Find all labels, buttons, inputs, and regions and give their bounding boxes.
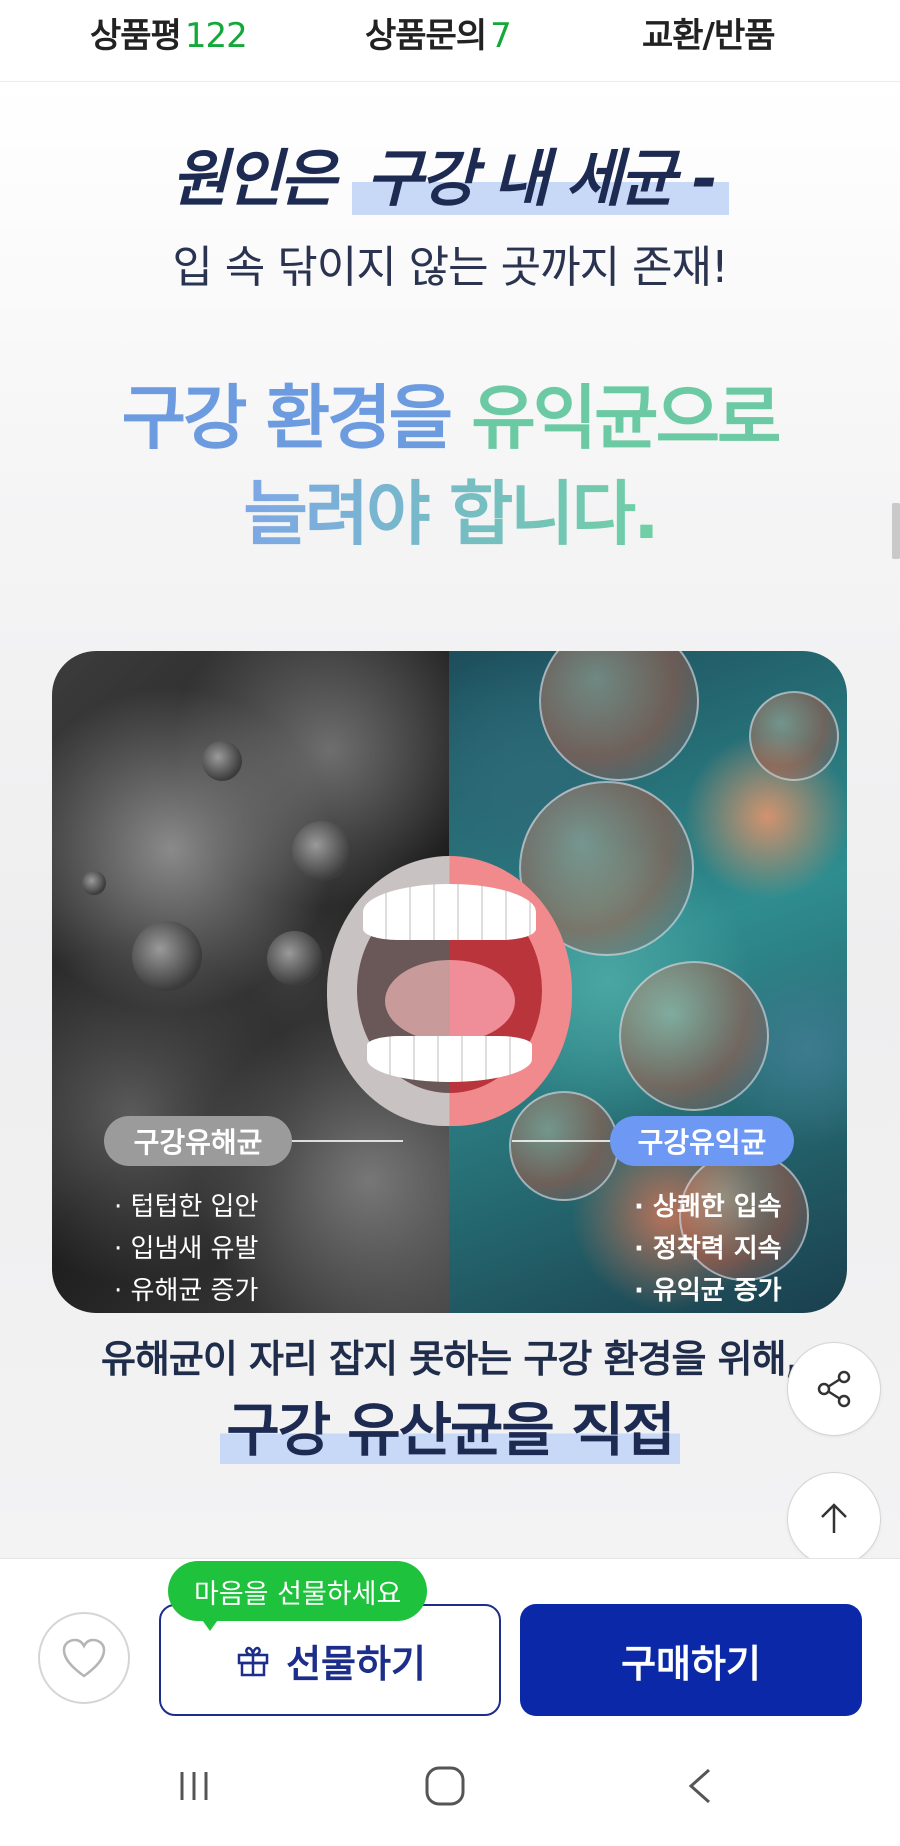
probiotic-bubble	[749, 691, 839, 781]
wishlist-button[interactable]	[38, 1612, 130, 1704]
scrollbar-thumb[interactable]	[892, 503, 900, 559]
body-line-1: 유해균이 자리 잡지 못하는 구강 환경을 위해,	[100, 1337, 800, 1381]
product-tab-bar: 상품평 122 상품문의 7 교환/반품	[0, 0, 900, 82]
tab-exchange[interactable]: 교환/반품	[642, 8, 776, 57]
body-line-2: 구강 유산균을 직접	[0, 1383, 900, 1467]
tab-inquiry-count: 7	[490, 16, 512, 56]
tab-reviews-label: 상품평	[90, 16, 182, 56]
gift-icon	[237, 1646, 269, 1677]
share-button[interactable]	[787, 1342, 881, 1436]
arrow-up-icon	[821, 1503, 847, 1533]
lower-teeth	[367, 1036, 532, 1082]
harmful-features-list: · 텁텁한 입안 · 입냄새 유발 · 유해균 증가	[114, 1186, 258, 1312]
hero-headline-line1-b: 유익균으로	[471, 377, 781, 459]
good-pointer-line	[512, 1140, 612, 1142]
hero-title: 원인은 구강 내 세균 -	[0, 128, 900, 218]
heart-icon	[62, 1638, 106, 1678]
bacteria-blob	[82, 871, 106, 895]
scroll-top-button[interactable]	[787, 1472, 881, 1566]
harmful-feature-item: · 유해균 증가	[114, 1276, 259, 1306]
gift-button-label: 선물하기	[286, 1641, 426, 1686]
probiotic-bubble	[509, 1091, 619, 1201]
tab-reviews[interactable]: 상품평 122	[90, 8, 248, 57]
tab-exchange-label: 교환/반품	[642, 16, 776, 56]
hero-headline-line1-a: 구강 환경을	[121, 377, 472, 459]
recent-apps-icon	[180, 1772, 208, 1800]
gift-tooltip: 마음을 선물하세요	[168, 1561, 428, 1621]
hero-title-prefix: 원인은	[171, 142, 353, 215]
gift-tooltip-text: 마음을 선물하세요	[194, 1578, 402, 1610]
bacteria-comparison-image: 구강유해균 구강유익균 · 텁텁한 입안 · 입냄새 유발 · 유해균 증가 ·…	[52, 651, 847, 1313]
bacteria-blob	[202, 741, 242, 781]
system-navigation-bar	[0, 1728, 900, 1846]
harmful-feature-item: · 입냄새 유발	[114, 1234, 259, 1264]
home-button[interactable]	[415, 1756, 475, 1816]
beneficial-bacteria-badge: 구강유익균	[610, 1116, 794, 1166]
hero-subtitle: 입 속 닦이지 않는 곳까지 존재!	[172, 242, 728, 293]
bacteria-blob	[267, 931, 322, 986]
hero-title-highlight: 구강 내 세균 -	[352, 142, 729, 215]
beneficial-feature-item: · 정착력 지속	[634, 1234, 782, 1264]
bacteria-blob	[292, 821, 352, 881]
buy-button-label: 구매하기	[621, 1641, 761, 1686]
beneficial-features-list: · 상쾌한 입속 · 정착력 지속 · 유익균 증가	[634, 1186, 782, 1312]
hero-headline: 구강 환경을 유익균으로 늘려야 합니다.	[0, 370, 900, 562]
beneficial-feature-item: · 상쾌한 입속	[634, 1192, 782, 1222]
share-icon	[817, 1370, 851, 1408]
tab-inquiry[interactable]: 상품문의 7	[365, 8, 512, 57]
gift-tooltip-tail	[200, 1617, 220, 1631]
back-icon	[688, 1768, 710, 1804]
beneficial-feature-item: · 유익균 증가	[634, 1276, 782, 1306]
probiotic-bubble	[619, 961, 769, 1111]
bad-pointer-line	[288, 1140, 403, 1142]
tongue	[385, 960, 515, 1042]
harmful-bacteria-badge: 구강유해균	[104, 1116, 292, 1166]
upper-teeth	[363, 884, 536, 940]
purchase-action-bar: 선물하기 구매하기	[0, 1558, 900, 1728]
tab-reviews-count: 122	[184, 16, 248, 56]
back-button[interactable]	[670, 1756, 730, 1816]
open-mouth-illustration	[327, 856, 572, 1126]
home-icon	[425, 1766, 465, 1806]
buy-button[interactable]: 구매하기	[520, 1604, 862, 1716]
bacteria-blob	[132, 921, 202, 991]
product-detail-content[interactable]: 원인은 구강 내 세균 - 입 속 닦이지 않는 곳까지 존재! 구강 환경을 …	[0, 83, 900, 1558]
body-line-2-text: 구강 유산균을 직접	[220, 1396, 680, 1464]
tab-inquiry-label: 상품문의	[365, 16, 487, 56]
recent-apps-button[interactable]	[164, 1756, 224, 1816]
hero-headline-line2: 늘려야 합니다.	[243, 473, 659, 555]
harmful-feature-item: · 텁텁한 입안	[114, 1192, 259, 1222]
probiotic-bubble	[539, 651, 699, 781]
